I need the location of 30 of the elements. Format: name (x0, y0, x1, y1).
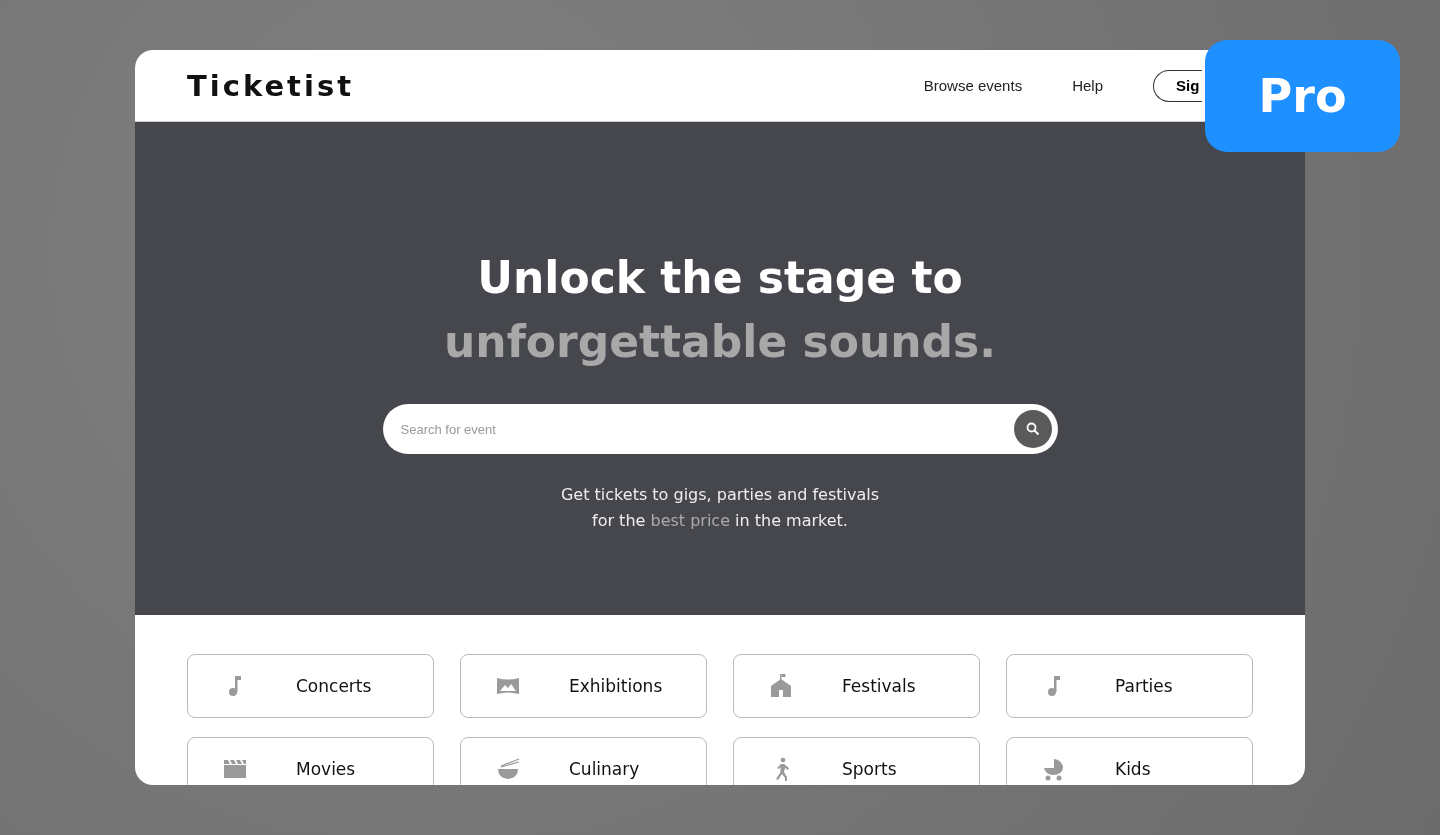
category-label: Movies (296, 759, 356, 779)
search-icon (1025, 422, 1040, 436)
hero-title: Unlock the stage to (477, 251, 963, 305)
sign-in-button[interactable]: Sig (1153, 69, 1202, 102)
tent-icon (768, 673, 794, 699)
category-card[interactable]: Movies (187, 737, 434, 785)
category-card[interactable]: Kids (1006, 737, 1253, 785)
category-card[interactable]: Exhibitions (460, 654, 707, 718)
category-label: Concerts (296, 676, 372, 696)
search-button[interactable] (1013, 410, 1052, 448)
category-label: Sports (842, 759, 897, 779)
category-card[interactable]: Sports (733, 737, 980, 785)
logo[interactable]: Ticketist (187, 68, 354, 103)
category-card[interactable]: Parties (1006, 654, 1253, 718)
category-label: Kids (1115, 759, 1151, 779)
category-label: Parties (1115, 676, 1173, 696)
nav-link[interactable]: Help (1072, 77, 1103, 94)
nav-link[interactable]: Browse events (923, 77, 1023, 94)
category-label: Culinary (569, 759, 640, 779)
category-label: Exhibitions (569, 676, 663, 696)
pro-badge: Pro (1205, 40, 1400, 152)
noodle-bowl-icon (495, 756, 521, 782)
search-field[interactable]: Search for event (398, 420, 1014, 438)
category-card[interactable]: Festivals (733, 654, 980, 718)
category-card[interactable]: Culinary (460, 737, 707, 785)
hero-title: unforgettable sounds. (444, 315, 996, 369)
category-card[interactable]: Concerts (187, 654, 434, 718)
search-bar[interactable]: Search for event (382, 404, 1058, 454)
hero-subtitle: Get tickets to gigs, parties and festivals for the best price in the market. (559, 484, 881, 532)
category-label: Festivals (842, 676, 916, 696)
